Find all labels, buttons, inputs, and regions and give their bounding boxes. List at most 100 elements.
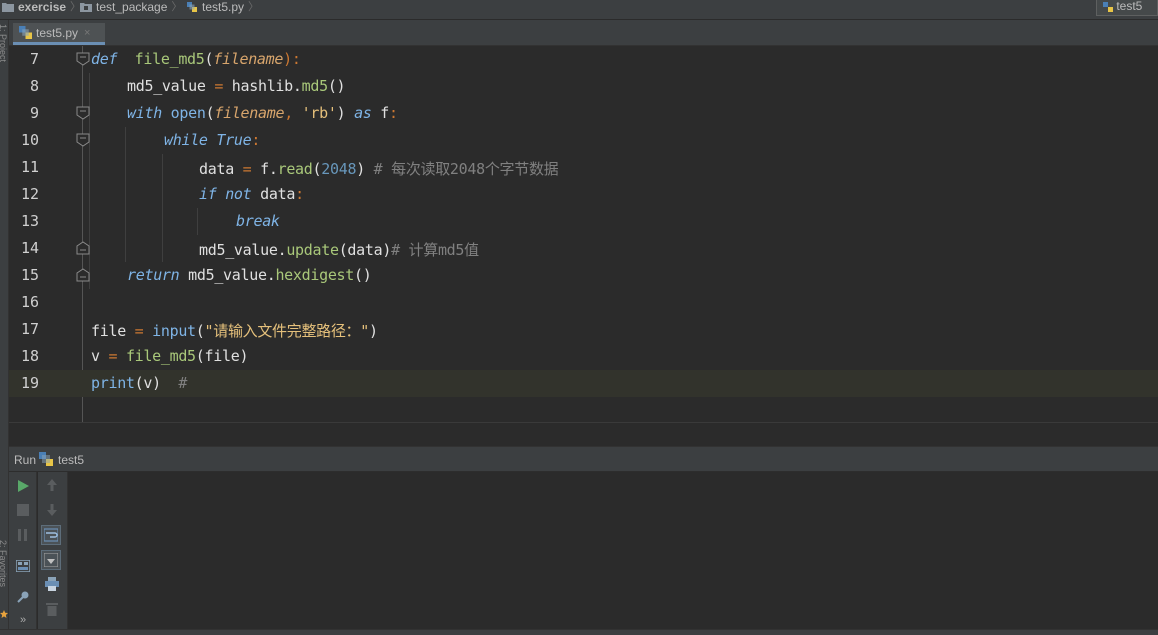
restore-layout-button[interactable] — [13, 556, 33, 576]
code-line[interactable]: 15 return md5_value.hexdigest() — [9, 262, 1158, 289]
code-token: if — [199, 185, 217, 203]
layout-icon — [16, 560, 30, 572]
code-text: break — [236, 212, 280, 230]
code-line[interactable]: 7 def file_md5(filename): — [9, 46, 1158, 73]
code-text: with open(filename, 'rb') as f: — [127, 104, 398, 122]
favorites-tool-button[interactable]: 2: Favorites — [0, 540, 8, 620]
run-panel-title: Run — [14, 453, 37, 467]
run-console[interactable]: » — [9, 472, 1158, 629]
code-line[interactable]: 17 file = input("请输入文件完整路径：") — [9, 316, 1158, 343]
scroll-to-end-toggle[interactable] — [41, 550, 61, 570]
code-line[interactable]: 14 md5_value.update(data)# 计算md5值 — [9, 235, 1158, 262]
code-line[interactable]: 8 md5_value = hashlib.md5() — [9, 73, 1158, 100]
code-token: ( — [312, 160, 322, 178]
print-button[interactable] — [42, 574, 62, 594]
code-editor[interactable]: 7 def file_md5(filename): 8 md5_value = has… — [9, 46, 1158, 422]
indent-guide — [89, 181, 90, 208]
code-line[interactable]: 13 break — [9, 208, 1158, 235]
favorites-tool-label: 2: Favorites — [0, 540, 8, 588]
code-token: # — [178, 374, 188, 392]
breadcrumb-label: exercise — [18, 0, 67, 14]
close-tab-icon[interactable]: × — [84, 23, 90, 43]
code-line[interactable]: 11 data = f.read(2048) # 每次读取2048个字节数据 — [9, 154, 1158, 181]
code-token: data — [251, 185, 296, 203]
code-token: f — [371, 104, 390, 122]
code-token: md5 — [301, 77, 329, 95]
code-line[interactable]: 9 with open(filename, 'rb') as f: — [9, 100, 1158, 127]
breadcrumb-project[interactable]: exercise 〉 — [2, 0, 81, 20]
pause-button[interactable] — [13, 525, 33, 545]
indent-guide — [89, 73, 90, 100]
run-panel-header: Run test5 — [9, 446, 1158, 472]
code-text: md5_value = hashlib.md5() — [127, 77, 346, 95]
stop-icon — [17, 504, 29, 516]
package-icon — [80, 3, 92, 12]
tab-test5-py[interactable]: test5.py × — [13, 23, 105, 45]
pin-tab-button[interactable] — [13, 587, 33, 607]
ide-window: exercise 〉 test_package 〉 test5.py 〉 tes… — [0, 0, 1158, 635]
python-file-icon — [187, 2, 197, 12]
code-token: (data) — [338, 241, 392, 259]
breadcrumb-file[interactable]: test5.py 〉 — [186, 0, 259, 20]
line-number: 15 — [20, 266, 39, 284]
indent-guide — [89, 154, 90, 181]
code-token: = — [108, 347, 118, 365]
code-token: read — [277, 160, 313, 178]
code-token: ): — [283, 50, 301, 68]
code-line[interactable]: 16 — [9, 289, 1158, 316]
line-number: 7 — [29, 50, 39, 68]
arrow-down-icon — [47, 504, 57, 516]
code-token: (file) — [195, 347, 249, 365]
scroll-up-button[interactable] — [42, 475, 62, 495]
line-number: 8 — [29, 77, 39, 95]
editor-bottom-area — [9, 422, 1158, 446]
code-line[interactable]: 19 print(v) # — [9, 370, 1158, 397]
code-text: return md5_value.hexdigest() — [127, 266, 372, 284]
code-token: ) — [368, 322, 378, 340]
python-file-icon — [19, 26, 32, 39]
code-text: while True: — [164, 131, 260, 149]
fold-end-icon[interactable] — [76, 268, 90, 282]
line-number: 9 — [29, 104, 39, 122]
rerun-button[interactable] — [13, 476, 33, 496]
folder-icon — [2, 3, 14, 12]
code-token: file_md5 — [125, 347, 196, 365]
fold-start-icon[interactable] — [76, 106, 90, 120]
indent-guide — [125, 127, 126, 154]
code-token: break — [236, 212, 280, 230]
soft-wrap-toggle[interactable] — [41, 525, 61, 545]
indent-guide — [125, 181, 126, 208]
fold-start-icon[interactable] — [76, 133, 90, 147]
code-token: update — [286, 241, 339, 259]
fold-start-icon[interactable] — [76, 52, 90, 66]
code-token: () — [354, 266, 372, 284]
run-configuration-selector[interactable]: test5 — [1096, 0, 1158, 16]
status-bar — [0, 629, 1158, 635]
chevron-right-icon: 〉 — [248, 1, 260, 13]
clear-all-button[interactable] — [42, 599, 62, 619]
breadcrumb-package[interactable]: test_package 〉 — [80, 0, 182, 20]
fold-end-icon[interactable] — [76, 241, 90, 255]
code-text: data = f.read(2048) # 每次读取2048个字节数据 — [199, 158, 559, 179]
code-token: as — [354, 104, 372, 122]
code-line[interactable]: 10 while True: — [9, 127, 1158, 154]
arrow-up-icon — [47, 479, 57, 491]
scroll-down-button[interactable] — [42, 500, 62, 520]
soft-wrap-icon — [44, 528, 58, 542]
code-token: md5_value. — [179, 266, 276, 284]
code-token: filename — [213, 50, 284, 68]
project-tool-button[interactable]: 1: Project — [0, 24, 8, 174]
code-token: True — [216, 131, 252, 149]
more-actions-button[interactable]: » — [13, 610, 33, 630]
pin-icon — [17, 591, 29, 603]
code-token: print — [91, 374, 135, 392]
run-toolbar-secondary — [38, 472, 68, 629]
line-number: 10 — [20, 131, 39, 149]
indent-guide — [162, 181, 163, 208]
code-line[interactable]: 12 if not data: — [9, 181, 1158, 208]
stop-button[interactable] — [13, 500, 33, 520]
code-line[interactable]: 18 v = file_md5(file) — [9, 343, 1158, 370]
code-text: md5_value.update(data)# 计算md5值 — [199, 239, 479, 260]
code-token: with — [127, 104, 162, 122]
code-token: = — [214, 77, 224, 95]
